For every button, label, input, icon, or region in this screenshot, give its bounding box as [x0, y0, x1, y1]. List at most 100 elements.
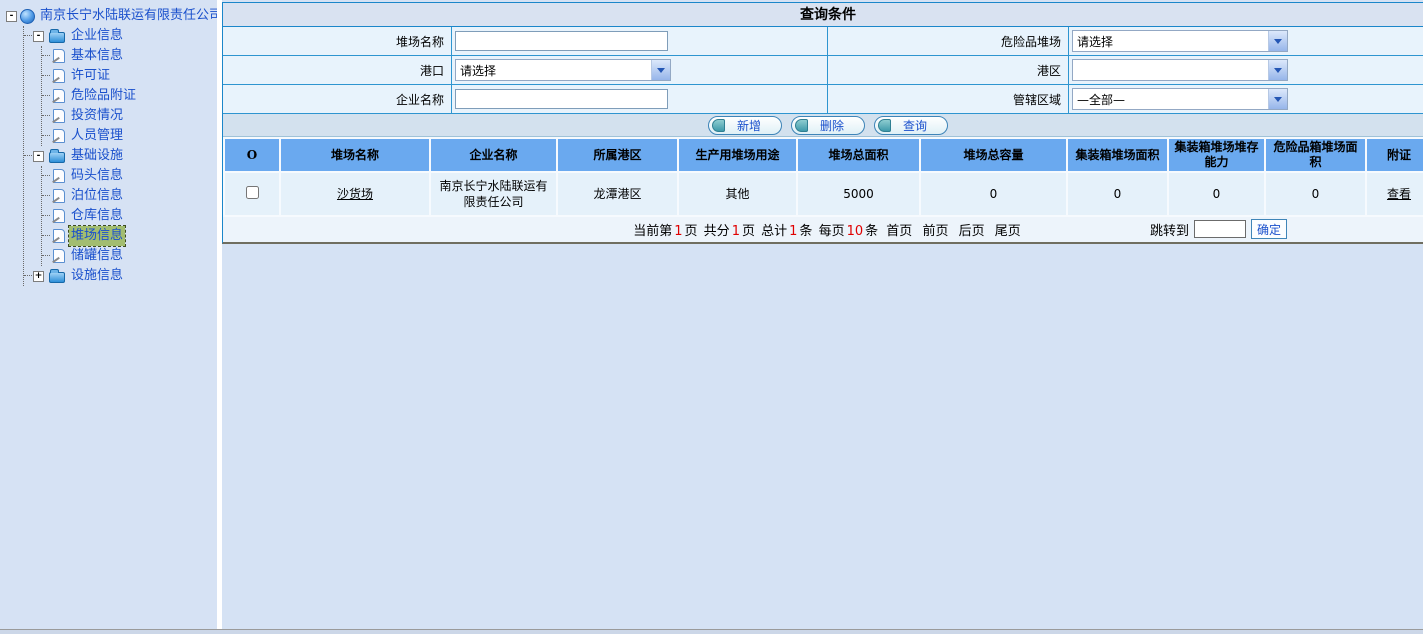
tree-item-license[interactable]: 许可证: [42, 66, 215, 86]
chevron-down-icon[interactable]: [1268, 31, 1287, 51]
results-table: O 堆场名称 企业名称 所属港区 生产用堆场用途 堆场总面积 堆场总容量 集装箱…: [223, 137, 1423, 217]
tree-item-label[interactable]: 码头信息: [69, 166, 125, 186]
view-attachment-link[interactable]: 查看: [1387, 187, 1411, 201]
col-header-container-capacity: 集装箱堆场堆存能力: [1169, 139, 1264, 171]
app-window: - 南京长宁水陆联运有限责任公司 - 企业信息 基本信息 许可证: [0, 0, 1423, 634]
tree-item-label[interactable]: 泊位信息: [69, 186, 125, 206]
select-all-icon[interactable]: O: [225, 139, 279, 171]
row-checkbox[interactable]: [246, 186, 259, 199]
tree-node-company-info[interactable]: - 企业信息: [24, 26, 215, 46]
tree-node-label[interactable]: 基础设施: [69, 146, 125, 166]
collapse-icon[interactable]: -: [6, 11, 17, 22]
document-icon: [53, 69, 65, 83]
col-header-attachment: 附证: [1367, 139, 1423, 171]
tree-root-label[interactable]: 南京长宁水陆联运有限责任公司: [38, 6, 222, 26]
col-header-total-capacity: 堆场总容量: [921, 139, 1066, 171]
yard-name-input[interactable]: [455, 31, 668, 51]
tree-item-dangerous-cert[interactable]: 危险品附证: [42, 86, 215, 106]
tree-item-label[interactable]: 投资情况: [69, 106, 125, 126]
tree-item-wharf[interactable]: 码头信息: [42, 166, 215, 186]
cell-container-area: 0: [1068, 173, 1167, 215]
collapse-icon[interactable]: -: [33, 151, 44, 162]
tree-node-facility[interactable]: + 设施信息: [24, 266, 215, 286]
tree-item-tank[interactable]: 储罐信息: [42, 246, 215, 266]
action-button-bar: 新增 删除 查询: [223, 114, 1423, 137]
tree-item-investment[interactable]: 投资情况: [42, 106, 215, 126]
document-icon: [53, 109, 65, 123]
cell-port-area: 龙潭港区: [558, 173, 677, 215]
query-panel: 查询条件 堆场名称 危险品堆场 请选择 港口 请选择: [222, 2, 1423, 244]
tree-item-label[interactable]: 仓库信息: [69, 206, 125, 226]
last-page-link[interactable]: 尾页: [995, 224, 1021, 239]
cell-container-capacity: 0: [1169, 173, 1264, 215]
cell-dangerous-area: 0: [1266, 173, 1365, 215]
tree-item-label[interactable]: 基本信息: [69, 46, 125, 66]
col-header-yard-name: 堆场名称: [281, 139, 429, 171]
collapse-icon[interactable]: -: [33, 31, 44, 42]
yard-name-link[interactable]: 沙货场: [337, 187, 373, 201]
search-button[interactable]: 查询: [874, 116, 948, 135]
port-area-select[interactable]: [1072, 59, 1288, 81]
tree-item-warehouse[interactable]: 仓库信息: [42, 206, 215, 226]
first-page-link[interactable]: 首页: [886, 224, 912, 239]
jump-page-input[interactable]: [1194, 220, 1246, 238]
tree-item-label[interactable]: 人员管理: [69, 126, 125, 146]
confirm-button[interactable]: 确定: [1251, 219, 1287, 239]
port-area-label: 港区: [827, 56, 1068, 85]
chevron-down-icon[interactable]: [651, 60, 670, 80]
tree-company-info-children: 基本信息 许可证 危险品附证 投资情况 人员管理: [41, 46, 215, 146]
main-content: 查询条件 堆场名称 危险品堆场 请选择 港口 请选择: [222, 0, 1423, 634]
panel-title: 查询条件: [223, 3, 1423, 27]
pager-per-page: 10: [847, 224, 864, 239]
cell-total-capacity: 0: [921, 173, 1066, 215]
dangerous-yard-select[interactable]: 请选择: [1072, 30, 1288, 52]
cell-usage: 其他: [679, 173, 796, 215]
add-button[interactable]: 新增: [708, 116, 782, 135]
col-header-container-area: 集装箱堆场面积: [1068, 139, 1167, 171]
tree-item-berth[interactable]: 泊位信息: [42, 186, 215, 206]
tree-item-label-selected[interactable]: 堆场信息: [69, 226, 125, 246]
port-select[interactable]: 请选择: [455, 59, 671, 81]
tree-level-1: - 企业信息 基本信息 许可证 危险品附证: [23, 26, 215, 286]
pager-text: 总计: [761, 224, 787, 239]
tree-node-infrastructure[interactable]: - 基础设施: [24, 146, 215, 166]
jurisdiction-select[interactable]: —全部—: [1072, 88, 1288, 110]
tree-item-label[interactable]: 危险品附证: [69, 86, 138, 106]
cell-company-name: 南京长宁水陆联运有限责任公司: [431, 173, 556, 215]
tree-item-basic-info[interactable]: 基本信息: [42, 46, 215, 66]
delete-button[interactable]: 删除: [791, 116, 865, 135]
add-button-label: 新增: [737, 117, 761, 134]
pager-text: 页: [742, 224, 755, 239]
pagination-summary: 当前第1页 共分1页 总计1条 每页10条 首页 前页 后页 尾页: [632, 220, 1024, 239]
tree-node-label[interactable]: 设施信息: [69, 266, 125, 286]
button-cap-icon: [878, 119, 891, 132]
tree-root-company[interactable]: - 南京长宁水陆联运有限责任公司: [6, 6, 215, 26]
tree-item-label[interactable]: 许可证: [69, 66, 112, 86]
tree-node-label[interactable]: 企业信息: [69, 26, 125, 46]
cell-total-area: 5000: [798, 173, 919, 215]
document-icon: [53, 249, 65, 263]
tree-item-personnel[interactable]: 人员管理: [42, 126, 215, 146]
document-icon: [53, 189, 65, 203]
company-name-input[interactable]: [455, 89, 668, 109]
col-header-port-area: 所属港区: [558, 139, 677, 171]
pager-text: 每页: [819, 224, 845, 239]
button-cap-icon: [712, 119, 725, 132]
query-form: 堆场名称 危险品堆场 请选择 港口 请选择: [223, 27, 1423, 114]
prev-page-link[interactable]: 前页: [922, 224, 948, 239]
folder-icon: [49, 272, 65, 283]
document-icon: [53, 89, 65, 103]
pager-total-pages: 1: [732, 224, 740, 239]
search-button-label: 查询: [903, 117, 927, 134]
document-icon: [53, 229, 65, 243]
tree-item-label[interactable]: 储罐信息: [69, 246, 125, 266]
expand-icon[interactable]: +: [33, 271, 44, 282]
dangerous-yard-label: 危险品堆场: [827, 27, 1068, 56]
chevron-down-icon[interactable]: [1268, 89, 1287, 109]
col-header-total-area: 堆场总面积: [798, 139, 919, 171]
tree-item-yard-selected[interactable]: 堆场信息: [42, 226, 215, 246]
chevron-down-icon[interactable]: [1268, 60, 1287, 80]
next-page-link[interactable]: 后页: [959, 224, 985, 239]
document-icon: [53, 49, 65, 63]
dangerous-yard-select-value: 请选择: [1073, 33, 1268, 50]
